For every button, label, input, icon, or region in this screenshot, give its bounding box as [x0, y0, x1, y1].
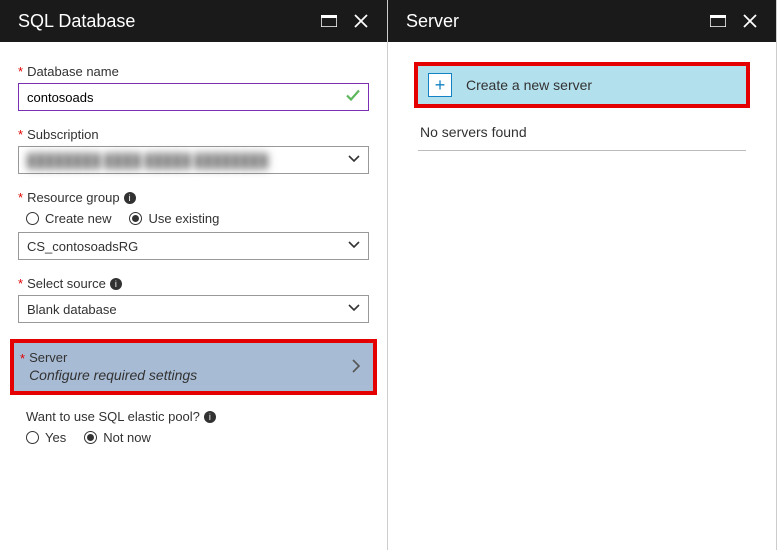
- database-name-input[interactable]: [18, 83, 369, 111]
- database-name-group: * Database name: [18, 64, 369, 111]
- required-star: *: [18, 127, 23, 142]
- server-blade: Server + Create a new server No servers …: [388, 0, 777, 550]
- server-row-title: Server: [29, 350, 351, 366]
- sql-database-blade: SQL Database * Database name *: [0, 0, 388, 550]
- chevron-down-icon: [348, 303, 360, 315]
- required-star: *: [18, 276, 23, 291]
- restore-icon[interactable]: [315, 7, 343, 35]
- database-name-label: * Database name: [18, 64, 369, 79]
- select-source-select[interactable]: Blank database: [18, 295, 369, 323]
- subscription-label: * Subscription: [18, 127, 369, 142]
- resource-group-label: * Resource group i: [18, 190, 369, 205]
- required-star: *: [18, 190, 23, 205]
- blade-title: Server: [406, 11, 700, 32]
- resource-group-select[interactable]: CS_contosoadsRG: [18, 232, 369, 260]
- elastic-pool-group: Want to use SQL elastic pool? i Yes Not …: [18, 409, 369, 445]
- resource-group-group: * Resource group i Create new Use existi…: [18, 190, 369, 260]
- subscription-group: * Subscription ████████ ████ █████ █████…: [18, 127, 369, 174]
- radio-yes[interactable]: Yes: [26, 430, 66, 445]
- elastic-pool-radios: Yes Not now: [26, 430, 369, 445]
- server-configure-row[interactable]: * Server Configure required settings: [10, 339, 377, 395]
- required-star: *: [20, 351, 25, 366]
- checkmark-icon: [345, 88, 361, 107]
- radio-icon: [26, 212, 39, 225]
- server-row-subtext: Configure required settings: [29, 366, 351, 384]
- info-icon[interactable]: i: [204, 411, 216, 423]
- resource-group-radios: Create new Use existing: [26, 211, 369, 226]
- chevron-down-icon: [348, 240, 360, 252]
- blade-title: SQL Database: [18, 11, 311, 32]
- info-icon[interactable]: i: [110, 278, 122, 290]
- close-icon[interactable]: [736, 7, 764, 35]
- create-new-server-row[interactable]: + Create a new server: [414, 62, 750, 108]
- restore-icon[interactable]: [704, 7, 732, 35]
- radio-use-existing[interactable]: Use existing: [129, 211, 219, 226]
- radio-icon: [84, 431, 97, 444]
- select-source-group: * Select source i Blank database: [18, 276, 369, 323]
- info-icon[interactable]: i: [124, 192, 136, 204]
- subscription-select[interactable]: ████████ ████ █████ ████████: [18, 146, 369, 174]
- create-new-server-label: Create a new server: [466, 77, 592, 93]
- blade-header: Server: [388, 0, 776, 42]
- blade-header: SQL Database: [0, 0, 387, 42]
- close-icon[interactable]: [347, 7, 375, 35]
- required-star: *: [18, 64, 23, 79]
- blade-body: + Create a new server No servers found: [388, 42, 776, 151]
- elastic-pool-question: Want to use SQL elastic pool? i: [26, 409, 369, 424]
- radio-create-new[interactable]: Create new: [26, 211, 111, 226]
- select-source-label: * Select source i: [18, 276, 369, 291]
- chevron-right-icon: [351, 358, 361, 377]
- plus-icon: +: [428, 73, 452, 97]
- chevron-down-icon: [348, 154, 360, 166]
- radio-icon: [26, 431, 39, 444]
- radio-icon: [129, 212, 142, 225]
- blade-body: * Database name * Subscription ████████ …: [0, 42, 387, 451]
- no-servers-text: No servers found: [418, 124, 746, 151]
- radio-not-now[interactable]: Not now: [84, 430, 151, 445]
